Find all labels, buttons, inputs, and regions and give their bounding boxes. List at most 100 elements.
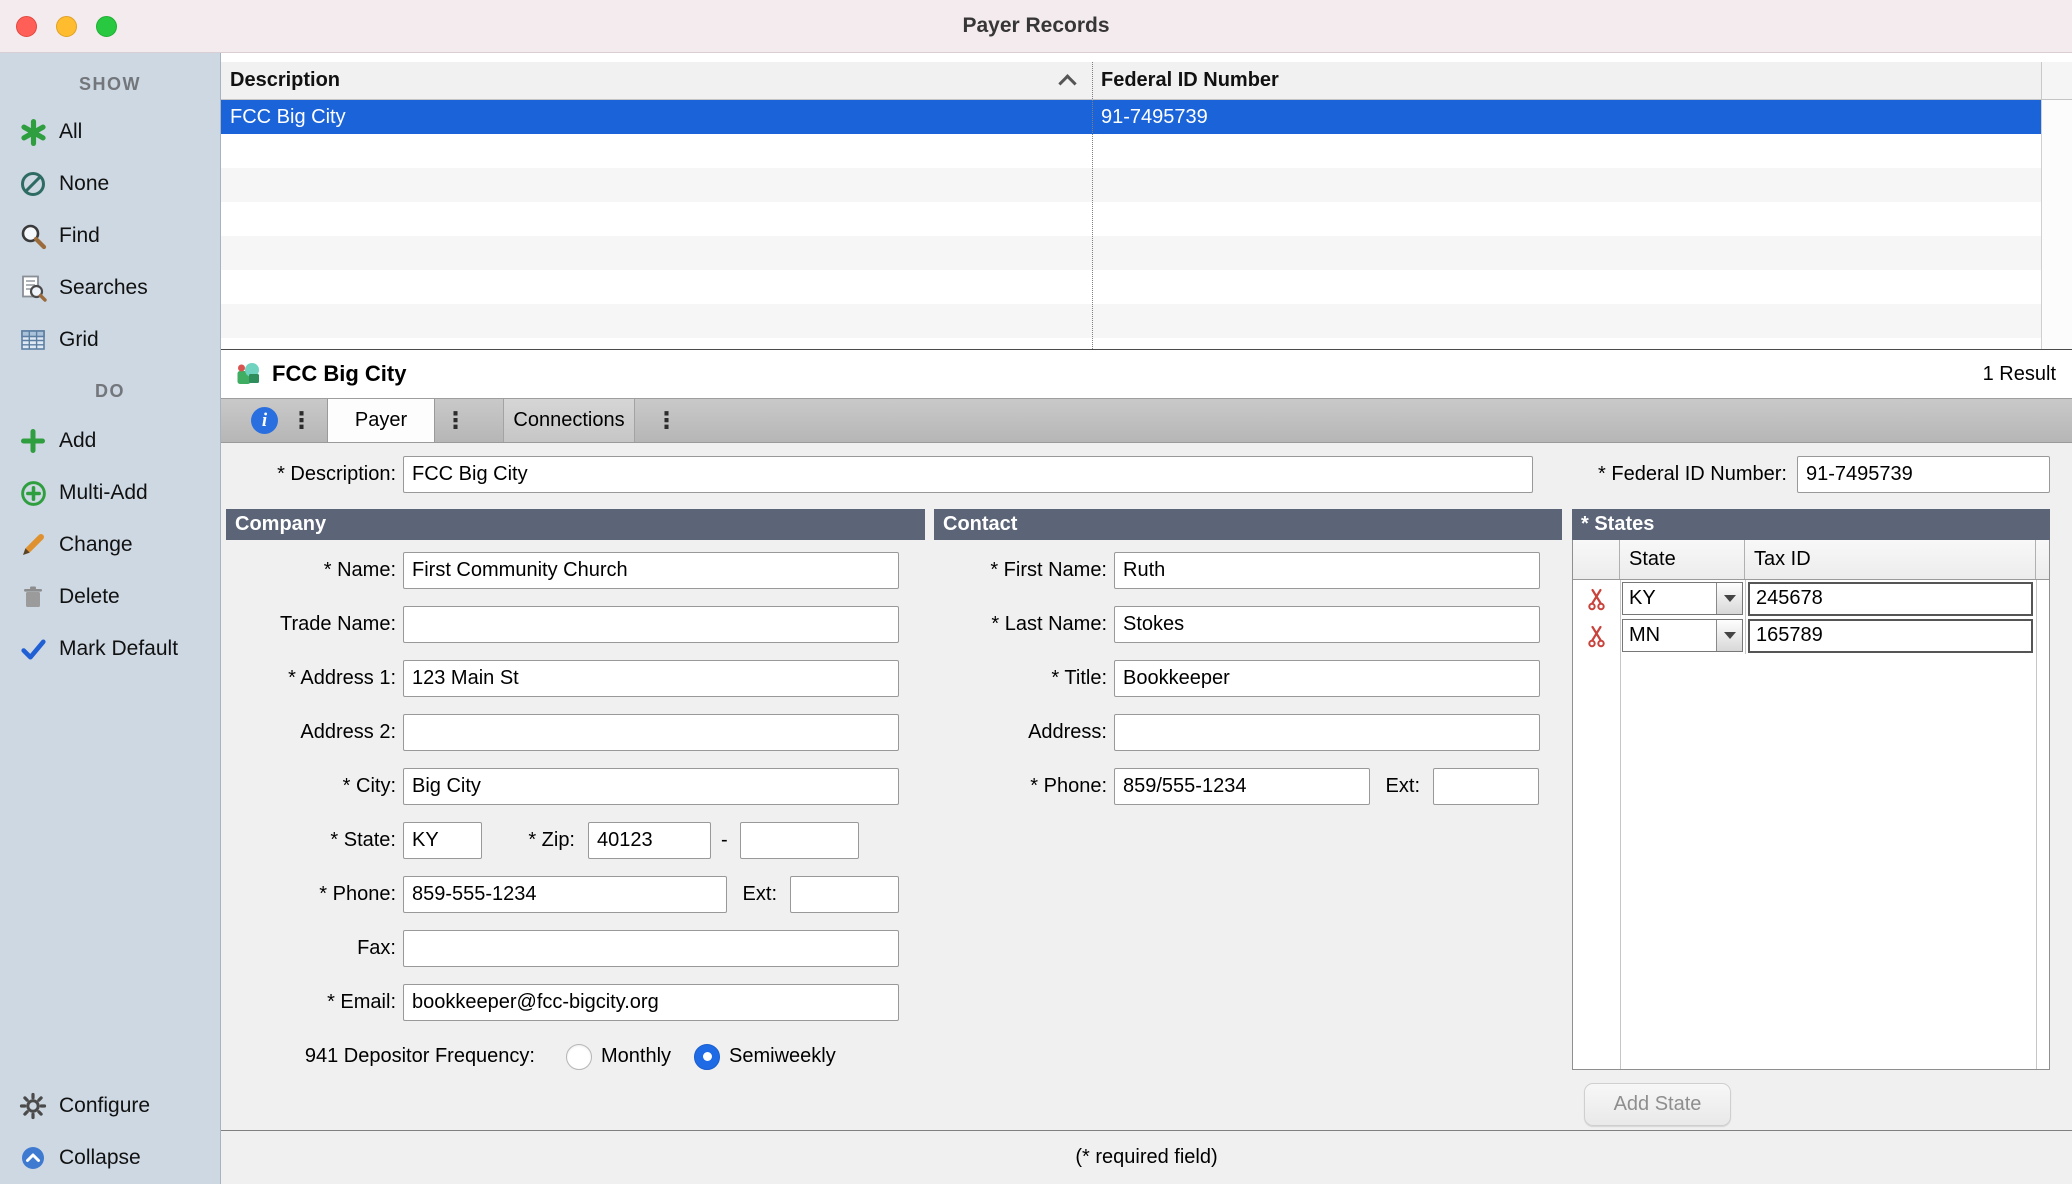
list-row-empty[interactable]: [221, 168, 2041, 202]
sidebar-item-none[interactable]: None: [0, 158, 220, 210]
states-header-spacer: [2036, 540, 2049, 579]
result-count: 1 Result: [1983, 363, 2056, 386]
city-input[interactable]: [403, 768, 899, 805]
column-divider: [1092, 62, 1093, 349]
record-title: FCC Big City: [272, 361, 406, 387]
company-ext-input[interactable]: [790, 876, 899, 913]
state-input[interactable]: [403, 822, 482, 859]
contact-phone-label: * Phone:: [932, 775, 1107, 798]
payer-record-icon: [234, 360, 262, 388]
sidebar-item-label: Collapse: [59, 1146, 141, 1170]
contact-ext-input[interactable]: [1433, 768, 1539, 805]
first-name-input[interactable]: [1114, 552, 1540, 589]
delete-state-button[interactable]: [1573, 624, 1620, 648]
gear-icon: [18, 1091, 48, 1121]
list-row-empty[interactable]: [221, 134, 2041, 168]
sidebar-item-label: All: [59, 120, 82, 144]
sidebar-item-add[interactable]: Add: [0, 415, 220, 467]
pencil-icon: [18, 530, 48, 560]
tax-id-input[interactable]: 245678: [1748, 582, 2033, 616]
first-name-label: * First Name:: [932, 559, 1107, 582]
contact-phone-input[interactable]: [1114, 768, 1370, 805]
zip-plus4-input[interactable]: [740, 822, 859, 859]
sidebar-item-mark-default[interactable]: Mark Default: [0, 623, 220, 675]
payer-records-window: Payer Records SHOW All None Find: [0, 0, 2072, 1184]
federal-id-input[interactable]: [1797, 456, 2050, 493]
list-row-empty[interactable]: [221, 338, 2041, 349]
contact-address-input[interactable]: [1114, 714, 1540, 751]
sidebar-item-delete[interactable]: Delete: [0, 571, 220, 623]
address2-input[interactable]: [403, 714, 899, 751]
tax-id-input[interactable]: 165789: [1748, 619, 2033, 653]
info-menu-icon[interactable]: ⋮: [290, 409, 313, 432]
description-label: * Description:: [221, 463, 396, 486]
radio-semiweekly-label[interactable]: Semiweekly: [729, 1045, 836, 1068]
slash-circle-icon: [18, 169, 48, 199]
magnifier-icon: [18, 221, 48, 251]
delete-state-button[interactable]: [1573, 587, 1620, 611]
info-icon[interactable]: i: [251, 407, 278, 434]
state-row: KY 245678: [1573, 580, 2049, 617]
list-scrollbar[interactable]: [2041, 100, 2072, 349]
payer-tab-menu-icon[interactable]: ⋮: [444, 409, 467, 432]
title-input[interactable]: [1114, 660, 1540, 697]
minimize-button[interactable]: [56, 16, 77, 37]
sidebar-header-do: DO: [0, 374, 220, 408]
sidebar-item-multi-add[interactable]: Multi-Add: [0, 467, 220, 519]
contact-section-header: Contact: [934, 509, 1562, 540]
company-phone-input[interactable]: [403, 876, 727, 913]
sidebar-item-collapse[interactable]: Collapse: [0, 1132, 220, 1184]
window-title: Payer Records: [0, 14, 2072, 38]
add-state-button[interactable]: Add State: [1584, 1083, 1731, 1126]
sidebar-item-label: Delete: [59, 585, 120, 609]
sidebar-item-grid[interactable]: Grid: [0, 314, 220, 366]
sidebar-item-all[interactable]: All: [0, 106, 220, 158]
list-row-empty[interactable]: [221, 236, 2041, 270]
last-name-input[interactable]: [1114, 606, 1540, 643]
column-header-federal-id[interactable]: Federal ID Number: [1092, 62, 2041, 99]
chevron-down-icon: [1716, 620, 1742, 651]
list-row-empty[interactable]: [221, 270, 2041, 304]
state-select-value: KY: [1623, 583, 1716, 614]
trash-icon: [18, 582, 48, 612]
sidebar-item-searches[interactable]: Searches: [0, 262, 220, 314]
sidebar-item-find[interactable]: Find: [0, 210, 220, 262]
trade-name-label: Trade Name:: [221, 613, 396, 636]
address1-input[interactable]: [403, 660, 899, 697]
close-button[interactable]: [16, 16, 37, 37]
sidebar-item-label: Find: [59, 224, 100, 248]
state-select[interactable]: KY: [1622, 582, 1743, 615]
asterisk-icon: [18, 117, 48, 147]
zip-input[interactable]: [588, 822, 711, 859]
state-select[interactable]: MN: [1622, 619, 1743, 652]
sidebar-item-label: Searches: [59, 276, 148, 300]
company-name-input[interactable]: [403, 552, 899, 589]
connections-tab-menu-icon[interactable]: ⋮: [655, 409, 678, 432]
states-table-header: State Tax ID: [1573, 540, 2049, 580]
description-input[interactable]: [403, 456, 1533, 493]
circled-plus-icon: [18, 478, 48, 508]
tab-connections[interactable]: Connections: [503, 399, 635, 442]
email-input[interactable]: [403, 984, 899, 1021]
record-header: FCC Big City 1 Result: [221, 350, 2072, 398]
fax-input[interactable]: [403, 930, 899, 967]
sidebar-item-label: Add: [59, 429, 96, 453]
sidebar-item-configure[interactable]: Configure: [0, 1080, 220, 1132]
zip-label: * Zip:: [489, 829, 575, 852]
company-name-label: * Name:: [221, 559, 396, 582]
radio-monthly[interactable]: [566, 1044, 592, 1070]
tab-payer[interactable]: Payer: [327, 399, 435, 442]
column-header-description[interactable]: Description: [221, 62, 1092, 99]
sidebar-item-change[interactable]: Change: [0, 519, 220, 571]
plus-icon: [18, 426, 48, 456]
list-row-empty[interactable]: [221, 202, 2041, 236]
list-row-selected[interactable]: FCC Big City 91-7495739: [221, 100, 2041, 134]
trade-name-input[interactable]: [403, 606, 899, 643]
radio-monthly-label[interactable]: Monthly: [601, 1045, 671, 1068]
radio-semiweekly[interactable]: [694, 1044, 720, 1070]
collapse-circle-icon: [18, 1143, 48, 1173]
state-label: * State:: [221, 829, 396, 852]
list-row-empty[interactable]: [221, 304, 2041, 338]
last-name-label: * Last Name:: [932, 613, 1107, 636]
zoom-button[interactable]: [96, 16, 117, 37]
